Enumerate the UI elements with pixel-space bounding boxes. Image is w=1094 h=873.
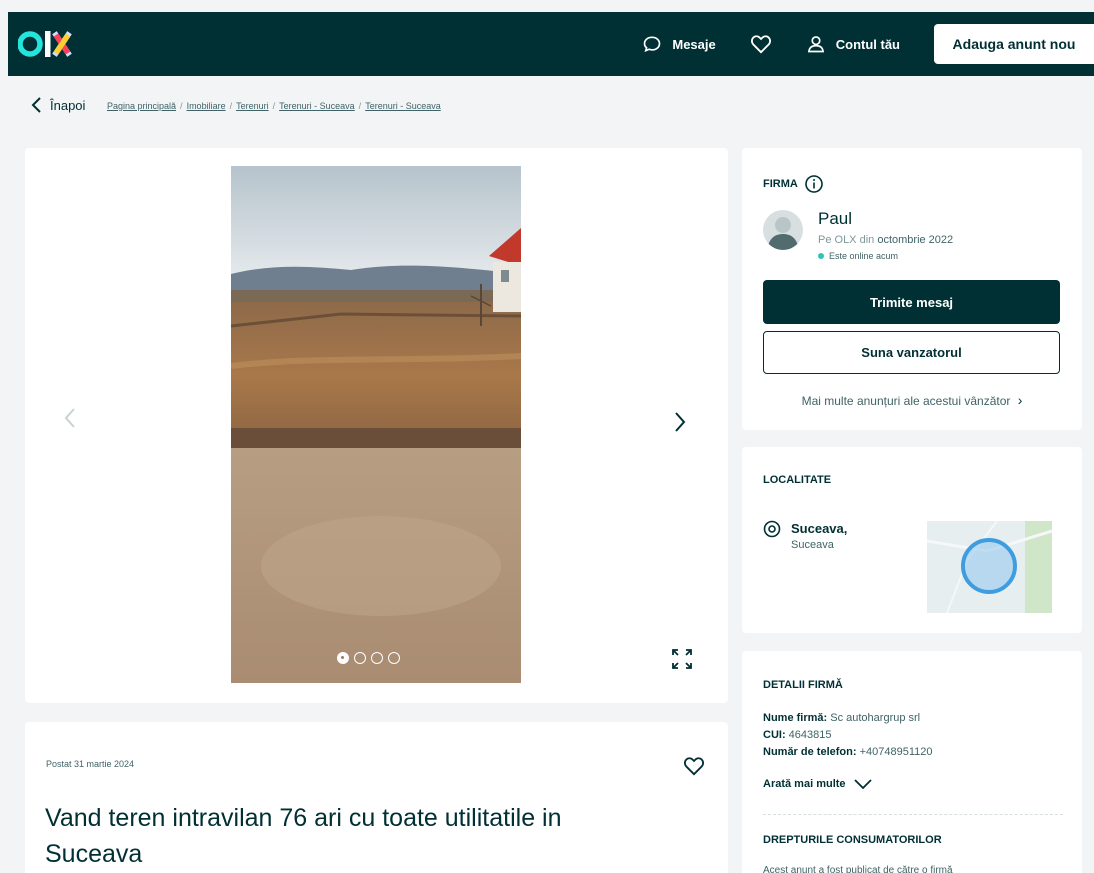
- member-since-prefix: Pe OLX din: [818, 234, 875, 246]
- online-dot-icon: [818, 253, 824, 259]
- company-phone-value: +40748951120: [859, 746, 933, 758]
- company-name-value: Sc autohargrup srl: [830, 712, 921, 724]
- breadcrumb-separator: /: [180, 101, 183, 111]
- back-link[interactable]: Înapoi: [30, 96, 85, 114]
- company-phone-line: Număr de telefon: +40748951120: [763, 746, 932, 758]
- gallery-dot[interactable]: [388, 652, 400, 664]
- gallery-next-button[interactable]: [673, 410, 687, 439]
- call-seller-button[interactable]: Suna vanzatorul: [763, 331, 1060, 374]
- seller-type-text: FIRMA: [763, 178, 798, 190]
- chat-icon: [644, 36, 661, 53]
- fullscreen-button[interactable]: [671, 648, 693, 675]
- company-phone-label: Număr de telefon:: [763, 746, 857, 758]
- location-card: LOCALITATE Suceava, Suceava: [742, 447, 1082, 633]
- user-icon: [807, 36, 824, 53]
- chevron-left-icon: [64, 408, 75, 428]
- chevron-right-icon: [675, 412, 686, 432]
- breadcrumb-separator: /: [229, 101, 233, 111]
- top-header: Mesaje Contul tău Adauga anunt nou: [8, 12, 1094, 76]
- heart-icon: [750, 35, 771, 54]
- consumer-rights-note: Acest anunț a fost publicat de către o f…: [763, 865, 953, 873]
- listing-details: Postat 31 martie 2024 Vand teren intravi…: [25, 722, 728, 873]
- gallery-dot[interactable]: [371, 652, 383, 664]
- post-ad-button[interactable]: Adauga anunt nou: [934, 24, 1094, 64]
- breadcrumb-separator: /: [272, 101, 276, 111]
- member-since-date: octombrie 2022: [877, 234, 954, 246]
- breadcrumb-separator: /: [358, 101, 362, 111]
- back-label: Înapoi: [50, 97, 86, 113]
- seller-name[interactable]: Paul: [818, 209, 852, 229]
- send-message-button[interactable]: Trimite mesaj: [763, 280, 1060, 324]
- info-icon[interactable]: [804, 174, 824, 194]
- online-status-text: Este online acum: [829, 251, 899, 261]
- account-label: Contul tău: [835, 36, 900, 52]
- heart-icon: [684, 757, 704, 776]
- consumer-rights-title: DREPTURILE CONSUMATORILOR: [763, 834, 942, 846]
- gallery-dot[interactable]: [354, 652, 366, 664]
- chevron-down-icon: [853, 779, 872, 789]
- breadcrumb-land-county[interactable]: Terenuri - Suceava: [279, 101, 355, 111]
- gallery-dots: [337, 652, 405, 664]
- company-title: DETALII FIRMĂ: [763, 679, 843, 691]
- breadcrumb: Pagina principală / Imobiliare / Terenur…: [107, 101, 441, 111]
- company-card: DETALII FIRMĂ Nume firmă: Sc autohargrup…: [742, 651, 1082, 873]
- messages-label: Mesaje: [672, 36, 716, 52]
- divider: [763, 814, 1063, 815]
- breadcrumb-real-estate[interactable]: Imobiliare: [187, 101, 226, 111]
- location-map[interactable]: [927, 521, 1052, 613]
- show-more-button[interactable]: Arată mai multe: [763, 778, 872, 790]
- image-gallery: [25, 148, 728, 703]
- location-region: Suceava: [791, 539, 834, 551]
- more-ads-label: Mai multe anunțuri ale acestui vânzător: [801, 394, 1011, 408]
- gallery-prev-button[interactable]: [63, 406, 77, 435]
- map-pin-icon: [763, 520, 781, 543]
- breadcrumb-land-city[interactable]: Terenuri - Suceava: [365, 101, 441, 111]
- breadcrumb-home[interactable]: Pagina principală: [107, 101, 176, 111]
- expand-icon: [672, 649, 692, 669]
- listing-title: Vand teren intravilan 76 ari cu toate ut…: [45, 804, 562, 868]
- company-cui-line: CUI: 4643815: [763, 729, 832, 741]
- location-city: Suceava,: [791, 521, 848, 536]
- gallery-dot[interactable]: [337, 652, 349, 664]
- location-title: LOCALITATE: [763, 474, 832, 486]
- header-nav: Mesaje Contul tău Adauga anunt nou: [642, 12, 1094, 76]
- online-status: Este online acum: [818, 251, 898, 261]
- company-name-label: Nume firmă:: [763, 712, 828, 724]
- account-link[interactable]: Contul tău: [806, 34, 900, 54]
- chevron-left-icon: [31, 97, 41, 113]
- posted-date: Postat 31 martie 2024: [46, 759, 135, 769]
- avatar: [763, 210, 803, 250]
- favorite-button[interactable]: [683, 756, 705, 781]
- chevron-right-icon: ›: [1017, 392, 1023, 408]
- breadcrumb-land[interactable]: Terenuri: [236, 101, 269, 111]
- company-cui-label: CUI:: [763, 729, 786, 741]
- seller-card: FIRMA Paul Pe OLX din octombrie 2022 Est…: [742, 148, 1082, 430]
- seller-type-label: FIRMA: [763, 174, 824, 194]
- company-cui-value: 4643815: [788, 729, 832, 741]
- member-since: Pe OLX din octombrie 2022: [818, 234, 953, 246]
- listing-photo[interactable]: [231, 166, 521, 683]
- messages-link[interactable]: Mesaje: [642, 34, 716, 54]
- olx-logo[interactable]: [18, 26, 82, 62]
- favorites-link[interactable]: [750, 34, 772, 54]
- show-more-label: Arată mai multe: [763, 778, 846, 790]
- more-ads-link[interactable]: Mai multe anunțuri ale acestui vânzător …: [742, 392, 1082, 408]
- company-name-line: Nume firmă: Sc autohargrup srl: [763, 712, 920, 724]
